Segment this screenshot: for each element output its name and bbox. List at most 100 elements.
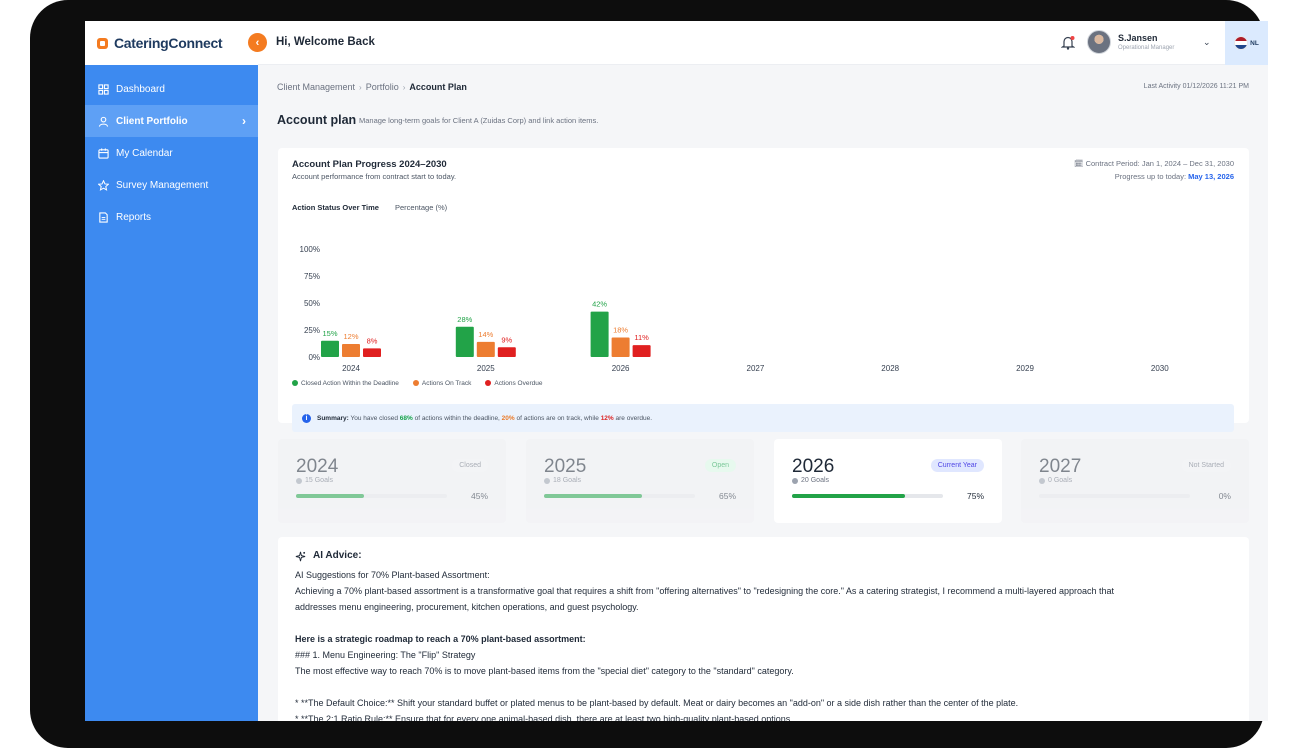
data-label: 8% <box>367 336 378 345</box>
camera-notch <box>622 21 740 39</box>
ai-advice-line: addresses menu engineering, procurement,… <box>295 602 639 612</box>
breadcrumb-portfolio[interactable]: Portfolio <box>366 82 399 92</box>
legend-label: Closed Action Within the Deadline <box>301 380 399 387</box>
data-label: 14% <box>478 330 493 339</box>
progress-percent: 45% <box>470 491 488 501</box>
goals-count: 20 Goals <box>792 477 829 484</box>
progress-bar <box>296 494 447 498</box>
ai-advice-line: AI Suggestions for 70% Plant-based Assor… <box>295 570 490 580</box>
sparkle-icon <box>295 551 306 561</box>
language-switcher[interactable]: NL <box>1225 21 1268 65</box>
progress-bar-fill <box>296 494 364 498</box>
year-label: 2024 <box>296 456 339 477</box>
status-badge: Open <box>704 459 736 472</box>
y-tick-label: 75% <box>304 272 320 281</box>
progress-percent: 65% <box>718 491 736 501</box>
bar-2025-series-2[interactable] <box>497 347 516 357</box>
goals-count: 15 Goals <box>296 477 333 484</box>
goals-count: 18 Goals <box>544 477 581 484</box>
bar-2026-series-2[interactable] <box>632 345 651 357</box>
bar-2024-series-2[interactable] <box>363 348 381 357</box>
document-icon <box>99 211 108 223</box>
netherlands-flag-icon <box>1234 36 1249 50</box>
goals-dot-icon <box>544 477 550 484</box>
year-label: 2025 <box>544 456 587 477</box>
chevron-down-icon[interactable]: ⌄ <box>1203 37 1211 48</box>
page-title: Account plan <box>277 113 357 127</box>
year-card-2027[interactable]: 2027 Not Started 0 Goals 0% <box>1021 439 1249 523</box>
progress-bar <box>792 494 943 498</box>
bar-2025-series-0[interactable] <box>455 326 474 357</box>
data-label: 28% <box>457 315 472 324</box>
tablet-frame: CateringConnect Dashboard Client Portfol… <box>30 0 1268 748</box>
bar-2026-series-0[interactable] <box>590 311 609 357</box>
info-icon: i <box>302 413 311 423</box>
bar-2025-series-1[interactable] <box>476 341 495 357</box>
user-name: S.Jansen <box>1118 33 1158 43</box>
grid-icon <box>98 83 109 95</box>
x-tick-label: 2028 <box>881 364 899 373</box>
breadcrumb-client-management[interactable]: Client Management <box>277 82 355 92</box>
app-logo[interactable]: CateringConnect <box>85 21 258 65</box>
action-status-chart: 100% 75% 50% 25% 0% 2024 15% 12% 8% 2025 28% 14% 9% 2… <box>300 245 1170 373</box>
breadcrumb: Client Management › Portfolio › Account … <box>277 82 467 92</box>
app-name: CateringConnect <box>114 35 223 51</box>
goals-text: 0 Goals <box>1048 477 1073 484</box>
x-tick-label: 2030 <box>1151 364 1169 373</box>
summary-banner: i Summary: You have closed 68% of action… <box>292 404 1234 432</box>
ai-advice-line <box>295 615 1232 631</box>
y-tick-label: 100% <box>300 245 320 254</box>
x-tick-label: 2026 <box>612 364 630 373</box>
legend-label: Actions On Track <box>421 380 472 387</box>
goals-count: 0 Goals <box>1039 477 1072 484</box>
sidebar-item-survey-management[interactable]: Survey Management <box>85 169 258 201</box>
legend-item-overdue: Actions Overdue <box>485 380 542 387</box>
data-label: 42% <box>592 300 607 309</box>
progress-percent: 0% <box>1218 491 1231 501</box>
ai-advice-line: ### 1. Menu Engineering: The "Flip" Stra… <box>295 650 476 660</box>
ai-advice-line: The most effective way to reach 70% is t… <box>295 666 794 676</box>
sidebar-item-label: Survey Management <box>116 179 209 191</box>
avatar[interactable] <box>1087 30 1111 54</box>
year-card-2024[interactable]: 2024 Closed 15 Goals 45% <box>278 439 506 523</box>
sidebar-item-label: Reports <box>116 211 152 223</box>
bar-2024-series-1[interactable] <box>342 344 360 357</box>
year-card-2026[interactable]: 2026 Current Year 20 Goals 75% <box>774 439 1002 523</box>
sidebar-item-reports[interactable]: Reports <box>85 201 258 233</box>
legend-item-on-track: Actions On Track <box>412 380 472 387</box>
bell-icon[interactable] <box>1061 35 1075 50</box>
ai-advice-line: Achieving a 70% plant-based assortment i… <box>295 586 1115 596</box>
bar-2026-series-1[interactable] <box>611 337 630 357</box>
x-tick-label: 2024 <box>342 364 360 373</box>
year-card-2025[interactable]: 2025 Open 18 Goals 65% <box>526 439 754 523</box>
y-tick-label: 50% <box>304 299 320 308</box>
ai-advice-line: * **The Default Choice:** Shift your sta… <box>295 698 1019 708</box>
sidebar-item-client-portfolio[interactable]: Client Portfolio › <box>85 105 258 137</box>
y-tick-label: 0% <box>308 353 320 362</box>
chevron-right-icon: › <box>242 114 246 128</box>
page-subtitle: Manage long-term goals for Client A (Zui… <box>359 116 599 125</box>
welcome-text: Hi, Welcome Back <box>276 36 375 48</box>
data-label: 12% <box>343 332 358 341</box>
collapse-sidebar-button[interactable]: ‹ <box>248 33 267 52</box>
user-icon <box>98 116 109 127</box>
sidebar: CateringConnect Dashboard Client Portfol… <box>85 21 258 721</box>
bar-2024-series-0[interactable] <box>321 340 339 357</box>
status-badge: Closed <box>452 459 488 472</box>
status-badge: Current Year <box>930 459 984 472</box>
language-code: NL <box>1250 39 1259 47</box>
sidebar-item-my-calendar[interactable]: My Calendar <box>85 137 258 169</box>
star-icon <box>98 179 109 191</box>
goals-dot-icon <box>792 477 798 484</box>
goals-dot-icon <box>296 477 302 484</box>
x-tick-label: 2027 <box>747 364 765 373</box>
data-label: 18% <box>613 326 628 335</box>
sidebar-nav: Dashboard Client Portfolio › My Calendar… <box>85 65 258 233</box>
sidebar-item-dashboard[interactable]: Dashboard <box>85 73 258 105</box>
last-activity: Last Activity 01/12/2026 11:21 PM <box>1143 83 1249 90</box>
user-role: Operational Manager <box>1118 45 1175 51</box>
progress-bar <box>1039 494 1190 498</box>
ai-advice-card: AI Advice: AI Suggestions for 70% Plant-… <box>278 537 1249 721</box>
legend-label: Actions Overdue <box>494 380 543 387</box>
breadcrumb-account-plan: Account Plan <box>409 82 467 92</box>
